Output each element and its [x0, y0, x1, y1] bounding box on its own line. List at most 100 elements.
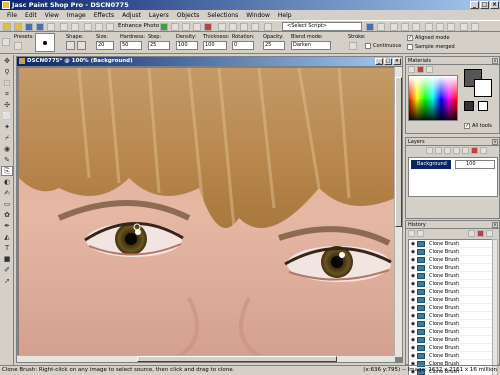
maximize-button[interactable]: □	[480, 1, 489, 9]
history-scrollbar[interactable]	[492, 239, 498, 375]
eye-icon[interactable]: ◉	[409, 297, 417, 303]
doc-close-button[interactable]: ×	[393, 58, 401, 65]
menu-help[interactable]: Help	[274, 12, 296, 19]
horizontal-scroll-thumb[interactable]	[137, 356, 337, 362]
image-icon[interactable]	[171, 23, 179, 31]
eye-icon[interactable]: ◉	[409, 289, 417, 295]
history-item[interactable]: ◉ Clone Brush	[409, 344, 492, 352]
menu-selections[interactable]: Selections	[203, 12, 242, 19]
round-shape-button[interactable]	[66, 41, 75, 50]
pause-script-icon[interactable]	[412, 23, 420, 31]
color-replacer-icon[interactable]: ◐	[1, 177, 13, 187]
script-help-icon[interactable]	[471, 23, 479, 31]
duplicate-layer-icon[interactable]	[453, 147, 460, 154]
image-canvas[interactable]	[19, 68, 395, 356]
pen-tool-icon[interactable]: ✐	[1, 265, 13, 275]
size-field[interactable]: 20	[96, 41, 114, 50]
thickness-field[interactable]: 100	[203, 41, 227, 50]
history-item[interactable]: ◉ Clone Brush	[409, 280, 492, 288]
menu-window[interactable]: Window	[242, 12, 274, 19]
menu-file[interactable]: File	[3, 12, 21, 19]
print-icon[interactable]	[47, 23, 55, 31]
materials-close-icon[interactable]: ×	[492, 58, 498, 64]
sample-merged-checkbox[interactable]	[407, 44, 413, 50]
script-options-icon[interactable]	[447, 23, 455, 31]
save-icon[interactable]	[36, 23, 44, 31]
eye-icon[interactable]: ◉	[409, 305, 417, 311]
delete-layer-icon[interactable]	[471, 147, 478, 154]
auto-fix-icon[interactable]	[160, 23, 168, 31]
menu-objects[interactable]: Objects	[173, 12, 204, 19]
continuous-checkbox[interactable]	[365, 43, 371, 49]
canvas-vertical-scrollbar[interactable]	[394, 67, 402, 357]
eye-icon[interactable]: ◉	[409, 257, 417, 263]
eye-icon[interactable]: ◉	[409, 281, 417, 287]
hardness-field[interactable]: 50	[120, 41, 142, 50]
layers-close-icon[interactable]: ×	[492, 139, 498, 145]
paste-icon[interactable]	[106, 23, 114, 31]
run-script-icon[interactable]	[366, 23, 374, 31]
history-delete-icon[interactable]	[477, 230, 484, 237]
save-script-icon[interactable]	[436, 23, 444, 31]
selection-tool-icon[interactable]: ⬜	[1, 111, 13, 121]
minimize-button[interactable]: _	[470, 1, 479, 9]
record-stop-icon[interactable]	[425, 23, 433, 31]
undo-icon[interactable]	[60, 23, 68, 31]
zoom-tool-icon[interactable]: ⚲	[1, 67, 13, 77]
square-shape-button[interactable]	[77, 41, 86, 50]
new-vector-layer-icon[interactable]	[435, 147, 442, 154]
menu-effects[interactable]: Effects	[90, 12, 118, 19]
rainbow-tab-icon[interactable]	[417, 66, 424, 73]
move-tool-icon[interactable]: ✣	[1, 100, 13, 110]
history-item[interactable]: ◉ Clone Brush	[409, 296, 492, 304]
eye-icon[interactable]: ◉	[409, 345, 417, 351]
browse-icon[interactable]	[25, 23, 33, 31]
doc-minimize-button[interactable]: _	[375, 58, 383, 65]
background-material-swatch[interactable]	[478, 101, 488, 111]
cut-icon[interactable]	[84, 23, 92, 31]
doc-maximize-button[interactable]: □	[384, 58, 392, 65]
resize-icon[interactable]	[182, 23, 190, 31]
history-clear-icon[interactable]	[468, 230, 475, 237]
rotation-field[interactable]: 0	[232, 41, 254, 50]
eye-icon[interactable]: ◉	[409, 313, 417, 319]
airbrush-icon[interactable]: ✒	[1, 221, 13, 231]
history-redo-icon[interactable]	[417, 230, 424, 237]
eraser-tool-icon[interactable]: ▭	[1, 199, 13, 209]
interactive-icon[interactable]	[460, 23, 468, 31]
foreground-material-swatch[interactable]	[464, 101, 474, 111]
all-tools-checkbox[interactable]: ✓	[464, 123, 470, 129]
redo-icon[interactable]	[71, 23, 79, 31]
swatches-tab-icon[interactable]	[426, 66, 433, 73]
history-item[interactable]: ◉ Clone Brush	[409, 248, 492, 256]
new-file-icon[interactable]	[3, 23, 11, 31]
edit-script-icon[interactable]	[390, 23, 398, 31]
density-field[interactable]: 100	[176, 41, 198, 50]
layers-palette-icon[interactable]	[218, 23, 226, 31]
color-spectrum[interactable]	[408, 75, 458, 121]
text-tool-icon[interactable]: T	[1, 243, 13, 253]
help-icon[interactable]	[264, 23, 272, 31]
stroke-icon[interactable]	[349, 42, 357, 50]
eye-icon[interactable]: ◉	[409, 337, 417, 343]
pan-tool-icon[interactable]: ✥	[1, 56, 13, 66]
eye-icon[interactable]: ◉	[409, 321, 417, 327]
deform-tool-icon[interactable]: ⬚	[1, 78, 13, 88]
menu-layers[interactable]: Layers	[145, 12, 173, 19]
history-item[interactable]: ◉ Clone Brush	[409, 352, 492, 360]
step-field[interactable]: 25	[148, 41, 170, 50]
new-raster-layer-icon[interactable]	[426, 147, 433, 154]
history-item[interactable]: ◉ Clone Brush	[409, 288, 492, 296]
history-help-icon[interactable]	[486, 230, 493, 237]
copy-icon[interactable]	[95, 23, 103, 31]
canvas-horizontal-scrollbar[interactable]	[17, 355, 395, 362]
menu-image[interactable]: Image	[63, 12, 90, 19]
eye-icon[interactable]: ◉	[409, 273, 417, 279]
history-close-icon[interactable]: ×	[492, 222, 498, 228]
opacity-field[interactable]: 25	[263, 41, 285, 50]
paint-brush-icon[interactable]: ✎	[1, 155, 13, 165]
new-adjustment-layer-icon[interactable]	[444, 147, 451, 154]
menu-edit[interactable]: Edit	[21, 12, 41, 19]
history-item[interactable]: ◉ Clone Brush	[409, 328, 492, 336]
vertical-scroll-thumb[interactable]	[395, 77, 402, 227]
